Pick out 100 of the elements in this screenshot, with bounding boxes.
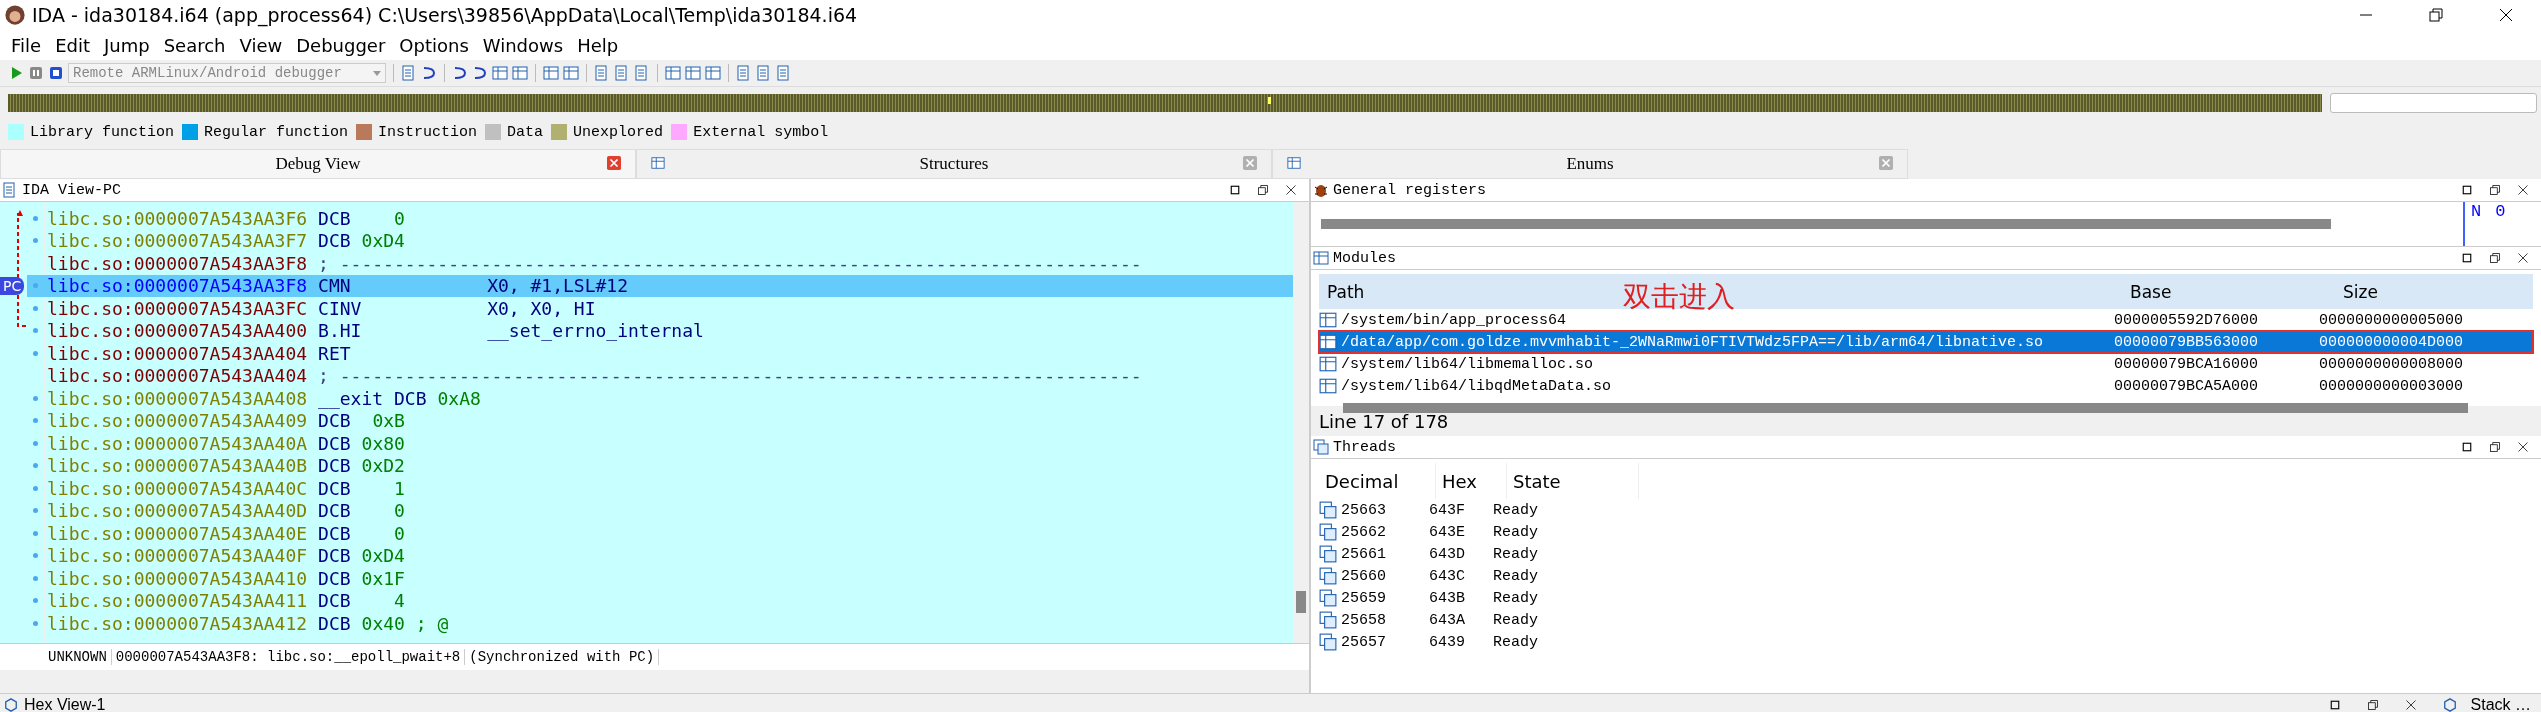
restore-icon[interactable] xyxy=(2366,699,2379,711)
panel-title: Modules xyxy=(1333,249,1396,267)
navigation-band[interactable] xyxy=(8,94,2322,112)
restore-icon[interactable] xyxy=(2489,184,2501,196)
address-text: libc.so:0000007A543AA3F7 xyxy=(47,230,308,252)
operand-text: 1 xyxy=(393,477,405,499)
mnemonic-text: __exit DCB xyxy=(318,387,427,409)
restore-icon[interactable] xyxy=(2428,7,2444,23)
maximize-icon[interactable] xyxy=(2461,184,2473,196)
position-marker xyxy=(1268,97,1271,104)
status-text: (Synchronized with PC) xyxy=(465,649,660,665)
legend-label: Library function xyxy=(30,123,175,141)
close-icon[interactable] xyxy=(1285,184,1297,196)
address-text: libc.so:0000007A543AA404 xyxy=(47,342,308,364)
restore-icon[interactable] xyxy=(2489,252,2501,264)
table-cell-text: 6439 xyxy=(1429,633,1466,651)
maximize-icon[interactable] xyxy=(1229,184,1241,196)
document-icon[interactable] xyxy=(756,65,772,81)
window-icon[interactable] xyxy=(543,65,559,81)
panel-title: IDA View-PC xyxy=(22,181,122,199)
table-cell: 25663 xyxy=(1341,501,1386,519)
menu-item[interactable]: Options xyxy=(392,34,476,56)
close-icon[interactable] xyxy=(2404,699,2417,711)
legend-label: External symbol xyxy=(693,123,829,141)
column-header[interactable]: Decimal xyxy=(1319,463,1436,499)
scroll-thumb[interactable] xyxy=(1296,591,1306,613)
window-icon[interactable] xyxy=(705,65,721,81)
table-row[interactable]: /data/app/com.goldze.mvvmhabit-_2WNaRmwi0FTIVTWdz5FPA==/lib/arm64/libnative.so 00000079BB563000 000000000004D000 xyxy=(1319,331,2533,353)
address-text: libc.so:0000007A543AA409 xyxy=(47,410,308,432)
menu-item[interactable]: Windows xyxy=(475,34,571,56)
close-icon[interactable] xyxy=(2498,7,2514,23)
window-title: IDA - ida30184.i64 (app_process64) C:\Users\39856\AppData\Local\Temp\ida30184.i64 xyxy=(32,4,859,26)
tab[interactable]: Debug View xyxy=(0,149,636,179)
panel-title[interactable]: Stack … xyxy=(2470,696,2531,712)
operand-text: 0xD4 xyxy=(361,230,405,252)
operand-text: 0xD4 xyxy=(361,545,405,567)
window-icon[interactable] xyxy=(685,65,701,81)
restore-icon[interactable] xyxy=(2489,441,2501,453)
menu-item[interactable]: Jump xyxy=(97,34,157,56)
table-cell-text: Ready xyxy=(1493,501,1539,519)
bullet-icon xyxy=(33,463,38,469)
menu-item[interactable]: Debugger xyxy=(289,34,393,56)
column-header[interactable]: Size xyxy=(2343,281,2378,302)
close-icon[interactable] xyxy=(2517,441,2529,453)
tab[interactable]: Structures xyxy=(636,149,1272,179)
address-text: libc.so:0000007A543AA3F8 xyxy=(47,252,308,274)
mnemonic-text: DCB xyxy=(318,590,351,612)
window-icon[interactable] xyxy=(563,65,579,81)
maximize-icon[interactable] xyxy=(2461,441,2473,453)
bullet-icon xyxy=(33,553,38,559)
column-header[interactable]: State xyxy=(1507,463,1639,499)
window-icon[interactable] xyxy=(665,65,681,81)
line-status: Line 17 of 178 xyxy=(1319,410,1449,432)
hexagon-icon xyxy=(2442,698,2457,712)
table-row[interactable]: /system/lib64/libqdMetaData.so 00000079BCA5A000 0000000000003000 xyxy=(1319,375,2533,397)
column-header[interactable]: Base xyxy=(2130,281,2172,302)
window-icon[interactable] xyxy=(492,65,508,81)
menu-item[interactable]: View xyxy=(232,34,290,56)
menu-item[interactable]: Edit xyxy=(48,34,97,56)
scrollbar[interactable] xyxy=(1293,202,1309,643)
document-icon[interactable] xyxy=(614,65,630,81)
address-text: libc.so:0000007A543AA404 xyxy=(47,365,308,387)
menu-item[interactable]: Search xyxy=(156,34,233,56)
bullet-icon xyxy=(33,598,38,604)
operand-text: 0x40 ; @ xyxy=(361,612,449,634)
document-icon[interactable] xyxy=(594,65,610,81)
input-field[interactable] xyxy=(2330,93,2537,113)
table-cell: 25657 xyxy=(1341,633,1386,651)
tab[interactable]: Enums xyxy=(1272,149,1908,179)
module-icon xyxy=(1319,333,1337,351)
panel-title: Threads xyxy=(1333,438,1396,456)
document-icon[interactable] xyxy=(634,65,650,81)
maximize-icon[interactable] xyxy=(2461,252,2473,264)
flag-value: 0 xyxy=(2495,202,2506,223)
close-icon[interactable] xyxy=(2517,252,2529,264)
mnemonic-text: B.HI xyxy=(318,320,363,342)
scrollbar[interactable] xyxy=(1321,219,2331,229)
column-header[interactable]: Path xyxy=(1327,281,1365,302)
restore-icon[interactable] xyxy=(1257,184,1269,196)
table-cell-text: 643F xyxy=(1429,501,1466,519)
separator-comment: ; -------------------------------------------------------------------------- xyxy=(318,365,1142,387)
menu-item[interactable]: File xyxy=(4,34,49,56)
stop-icon[interactable] xyxy=(48,65,64,81)
bullet-icon xyxy=(33,328,38,334)
document-icon[interactable] xyxy=(736,65,752,81)
scrollbar[interactable] xyxy=(1343,403,2468,413)
maximize-icon[interactable] xyxy=(2328,699,2341,711)
table-cell-text: 0000000000005000 xyxy=(2319,311,2465,329)
table-cell: 25661 xyxy=(1341,545,1386,563)
pause-icon[interactable] xyxy=(28,65,44,81)
table-cell-text: Ready xyxy=(1493,633,1539,651)
address-text: libc.so:0000007A543AA400 xyxy=(47,320,308,342)
table-row[interactable]: /system/lib64/libmemalloc.so 00000079BCA16000 0000000000008000 xyxy=(1319,353,2533,375)
address-text: libc.so:0000007A543AA40C xyxy=(47,477,308,499)
menu-item[interactable]: Help xyxy=(570,34,626,56)
column-header[interactable]: Hex xyxy=(1436,463,1507,499)
panel-title[interactable]: Hex View-1 xyxy=(24,696,106,712)
document-icon[interactable] xyxy=(776,65,792,81)
window-icon[interactable] xyxy=(512,65,528,81)
close-icon[interactable] xyxy=(2517,184,2529,196)
